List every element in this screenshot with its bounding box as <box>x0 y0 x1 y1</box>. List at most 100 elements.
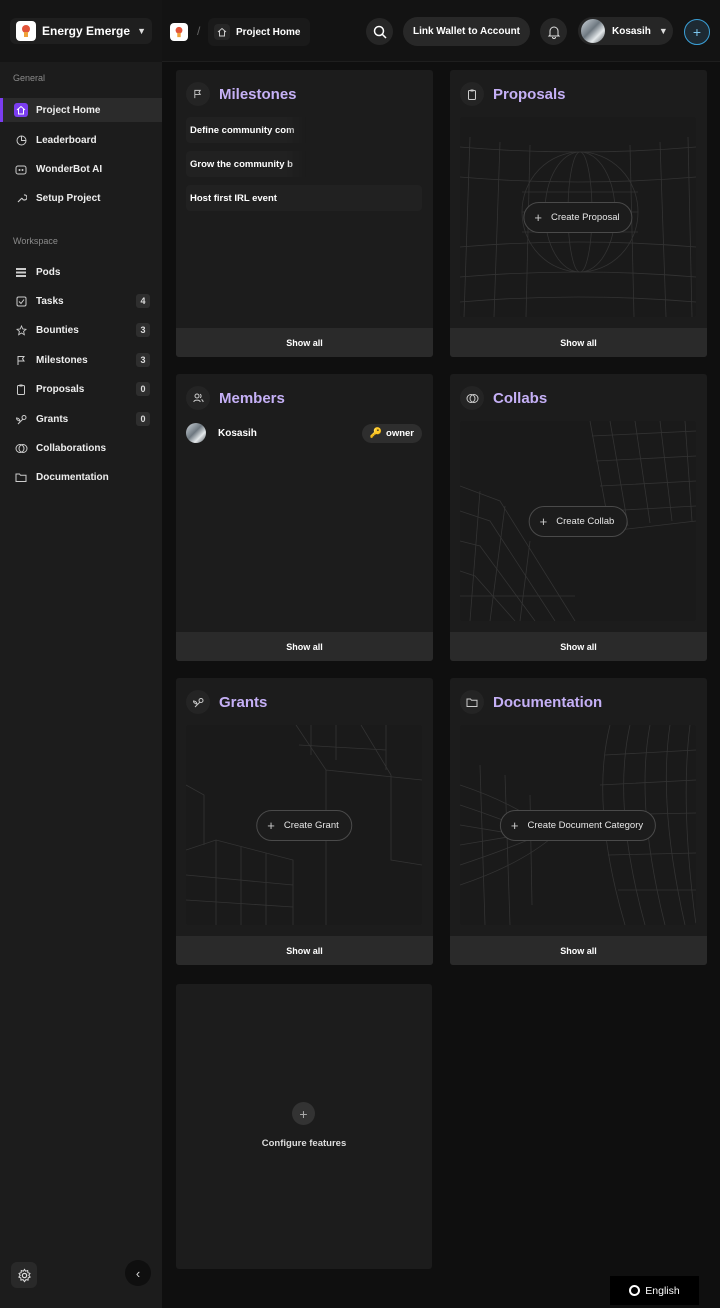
sidebar-section-general: General <box>13 73 46 83</box>
show-all-button[interactable]: Show all <box>176 328 433 357</box>
sidebar-item-leaderboard[interactable]: Leaderboard <box>0 128 162 152</box>
stack-icon <box>14 265 28 279</box>
create-document-category-button[interactable]: + Create Document Category <box>499 810 657 841</box>
plus-icon[interactable]: + <box>684 19 710 45</box>
sidebar-item-label: Collaborations <box>36 442 107 454</box>
create-proposal-label: Create Proposal <box>550 212 620 223</box>
user-menu[interactable]: Kosasih ▼ <box>578 17 673 45</box>
configure-features-label: Configure features <box>261 1138 347 1149</box>
sidebar-item-project-home[interactable]: Project Home <box>0 98 162 122</box>
sidebar-item-wonderbot[interactable]: WonderBot AI <box>0 157 162 181</box>
sidebar-item-label: Milestones <box>36 354 88 366</box>
show-all-button[interactable]: Show all <box>176 936 433 965</box>
plus-icon: + <box>534 210 542 225</box>
configure-features-card[interactable]: + Configure features <box>176 984 432 1269</box>
top-bar: Energy Emerge F... ▼ / Project Home Link… <box>0 0 720 62</box>
clipboard-icon <box>460 82 484 106</box>
sprout-icon <box>186 690 210 714</box>
breadcrumb-org-logo[interactable] <box>170 23 188 41</box>
sidebar-item-pods[interactable]: Pods <box>0 260 162 284</box>
card-title[interactable]: Grants <box>219 694 267 711</box>
avatar <box>186 423 206 443</box>
plus-icon[interactable]: + <box>292 1102 315 1125</box>
org-switcher[interactable]: Energy Emerge F... ▼ <box>10 18 152 44</box>
top-bar-left: Energy Emerge F... ▼ <box>0 0 162 62</box>
sidebar-item-documentation[interactable]: Documentation <box>0 465 162 489</box>
plus-icon: + <box>267 818 275 833</box>
card-title[interactable]: Collabs <box>493 390 547 407</box>
proposals-card: Proposals + Create Proposal Show all <box>450 70 707 357</box>
bell-icon <box>547 26 560 39</box>
flag-icon <box>14 353 28 367</box>
language-selector[interactable]: English <box>610 1276 699 1305</box>
chevron-down-icon: ▼ <box>137 26 146 36</box>
bot-icon <box>14 162 28 176</box>
settings-button[interactable] <box>11 1262 37 1288</box>
milestones-card: Milestones Define community com Grow the… <box>176 70 433 357</box>
proposals-card-header: Proposals <box>460 82 566 106</box>
grants-card-header: Grants <box>186 690 267 714</box>
create-grant-button[interactable]: + Create Grant <box>256 810 352 841</box>
language-label: English <box>645 1284 680 1297</box>
members-card: Members Kosasih 🔑 owner Show all <box>176 374 433 661</box>
collapse-sidebar-button[interactable]: ‹ <box>125 1260 151 1286</box>
grants-count-badge: 0 <box>136 412 150 426</box>
proposals-count-badge: 0 <box>136 382 150 396</box>
member-row[interactable]: Kosasih 🔑 owner <box>186 422 422 444</box>
create-proposal-button[interactable]: + Create Proposal <box>523 202 633 233</box>
card-title[interactable]: Proposals <box>493 86 566 103</box>
documentation-empty-state: + Create Document Category <box>460 725 696 925</box>
chevron-left-icon: ‹ <box>135 1265 141 1281</box>
sidebar-section-workspace: Workspace <box>13 236 58 246</box>
show-all-button[interactable]: Show all <box>450 328 707 357</box>
org-name: Energy Emerge F... <box>42 24 133 38</box>
wrench-icon <box>14 191 28 205</box>
search-button[interactable] <box>366 18 393 45</box>
collabs-card-header: Collabs <box>460 386 547 410</box>
sidebar-item-tasks[interactable]: Tasks 4 <box>0 289 162 313</box>
tasks-count-badge: 4 <box>136 294 150 308</box>
sidebar-item-bounties[interactable]: Bounties 3 <box>0 318 162 342</box>
member-name: Kosasih <box>218 427 257 439</box>
notifications-button[interactable] <box>540 18 567 45</box>
sidebar-item-label: Project Home <box>36 104 101 116</box>
collabs-empty-state: + Create Collab <box>460 421 696 621</box>
milestone-item[interactable]: Define community com <box>186 117 422 143</box>
checkbox-icon <box>14 294 28 308</box>
chart-icon <box>14 133 28 147</box>
show-all-button[interactable]: Show all <box>450 936 707 965</box>
sidebar-item-milestones[interactable]: Milestones 3 <box>0 348 162 372</box>
org-logo <box>16 21 36 41</box>
sidebar-item-label: Pods <box>36 266 61 278</box>
milestones-card-header: Milestones <box>186 82 297 106</box>
card-title[interactable]: Documentation <box>493 694 602 711</box>
show-all-button[interactable]: Show all <box>450 632 707 661</box>
card-title[interactable]: Milestones <box>219 86 297 103</box>
milestones-count-badge: 3 <box>136 353 150 367</box>
plus-icon: + <box>510 818 519 833</box>
documentation-card: Documentation + Create Document Category… <box>450 678 707 965</box>
sidebar-item-label: Tasks <box>36 295 64 307</box>
flag-icon <box>186 82 210 106</box>
milestone-item[interactable]: Grow the community b <box>186 151 422 177</box>
collab-icon <box>460 386 484 410</box>
breadcrumb-separator: / <box>197 24 201 38</box>
sidebar-item-grants[interactable]: Grants 0 <box>0 407 162 431</box>
sidebar-item-setup-project[interactable]: Setup Project <box>0 186 162 210</box>
sidebar-item-label: Bounties <box>36 324 79 336</box>
avatar <box>581 19 605 43</box>
sidebar-item-collaborations[interactable]: Collaborations <box>0 436 162 460</box>
create-grant-label: Create Grant <box>283 820 339 831</box>
show-all-button[interactable]: Show all <box>176 632 433 661</box>
sidebar-item-label: Leaderboard <box>36 134 97 146</box>
clipboard-icon <box>14 382 28 396</box>
breadcrumb-project-home[interactable]: Project Home <box>208 18 311 46</box>
link-wallet-button[interactable]: Link Wallet to Account <box>403 17 530 46</box>
users-icon <box>186 386 210 410</box>
create-collab-button[interactable]: + Create Collab <box>528 506 628 537</box>
card-title[interactable]: Members <box>219 390 285 407</box>
sidebar-item-proposals[interactable]: Proposals 0 <box>0 377 162 401</box>
proposals-empty-state: + Create Proposal <box>460 117 696 317</box>
milestone-item[interactable]: Host first IRL event <box>186 185 422 211</box>
create-document-category-label: Create Document Category <box>527 820 644 831</box>
